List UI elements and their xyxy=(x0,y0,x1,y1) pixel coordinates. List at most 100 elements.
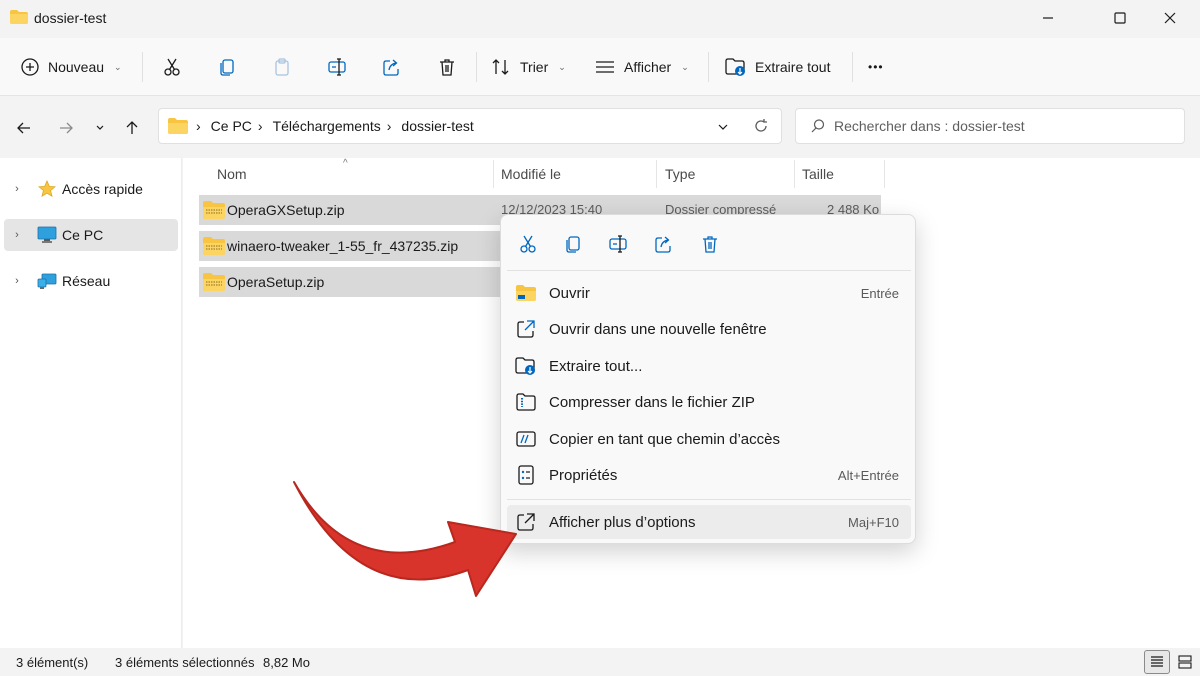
share-icon xyxy=(655,236,671,253)
divider xyxy=(852,52,853,82)
column-header-size[interactable]: Taille xyxy=(794,158,834,190)
address-bar[interactable]: › Ce PC › Téléchargements › dossier-test xyxy=(158,108,782,144)
back-button[interactable] xyxy=(10,114,38,142)
nav-label: Réseau xyxy=(62,273,111,289)
more-icon: ••• xyxy=(868,60,884,74)
context-item-copy-path[interactable]: Copier en tant que chemin d’accès xyxy=(507,422,911,456)
chevron-down-icon xyxy=(96,125,104,130)
context-item-compress-zip[interactable]: Compresser dans le fichier ZIP xyxy=(507,385,911,419)
nav-item-ce-pc[interactable]: › Ce PC xyxy=(4,219,178,251)
window-title: dossier-test xyxy=(34,10,107,26)
rename-icon xyxy=(609,235,627,253)
view-label: Afficher xyxy=(624,59,672,75)
share-icon xyxy=(383,59,399,76)
copy-button[interactable] xyxy=(210,50,244,84)
context-item-show-more-options[interactable]: Afficher plus d’options Maj+F10 xyxy=(507,505,911,539)
context-rename-button[interactable] xyxy=(601,227,635,261)
context-share-button[interactable] xyxy=(647,227,681,261)
rename-button[interactable] xyxy=(320,50,354,84)
details-view-button[interactable] xyxy=(1144,650,1170,674)
plus-circle-icon xyxy=(21,58,39,76)
search-box[interactable] xyxy=(795,108,1185,144)
tiles-view-button[interactable] xyxy=(1172,650,1198,674)
sort-button[interactable]: Trier ⌄ xyxy=(490,50,566,84)
chevron-right-icon[interactable]: › xyxy=(8,275,26,287)
column-divider[interactable] xyxy=(884,160,885,188)
context-item-label: Ouvrir xyxy=(549,284,590,302)
column-header-name[interactable]: Nom xyxy=(209,158,247,190)
nav-item-quick-access[interactable]: › Accès rapide xyxy=(4,173,178,205)
chevron-down-icon: ⌄ xyxy=(114,61,122,72)
file-name: OperaGXSetup.zip xyxy=(227,202,345,218)
copy-icon xyxy=(220,59,234,76)
search-icon xyxy=(811,119,825,133)
sort-icon xyxy=(492,59,509,75)
cut-button[interactable] xyxy=(155,50,189,84)
arrow-left-icon xyxy=(17,122,30,134)
copy-icon xyxy=(566,236,580,253)
column-header-type[interactable]: Type xyxy=(657,158,695,190)
arrow-up-icon xyxy=(126,121,138,134)
more-button[interactable]: ••• xyxy=(868,50,884,84)
chevron-right-icon[interactable]: › xyxy=(8,183,26,195)
address-row: › Ce PC › Téléchargements › dossier-test xyxy=(0,96,1200,158)
breadcrumb-item-ce-pc[interactable]: Ce PC xyxy=(211,118,252,134)
star-icon xyxy=(38,180,56,197)
extract-all-button[interactable]: Extraire tout xyxy=(725,50,830,84)
column-header-modified[interactable]: Modifié le xyxy=(493,158,561,190)
arrow-right-icon xyxy=(60,122,73,134)
item-count: 3 élément(s) xyxy=(16,655,89,670)
forward-button[interactable] xyxy=(52,114,80,142)
refresh-icon[interactable] xyxy=(753,118,769,134)
new-button[interactable]: Nouveau ⌄ xyxy=(20,50,122,84)
paste-button[interactable] xyxy=(265,50,299,84)
breadcrumb-separator: › xyxy=(257,118,263,134)
nav-item-network[interactable]: › Réseau xyxy=(4,265,178,297)
search-input[interactable] xyxy=(834,118,1164,134)
column-label: Type xyxy=(665,166,696,182)
chevron-right-icon[interactable]: › xyxy=(8,229,26,241)
sort-label: Trier xyxy=(520,59,549,75)
context-item-open-new-window[interactable]: Ouvrir dans une nouvelle fenêtre xyxy=(507,312,911,346)
title-bar: dossier-test xyxy=(0,0,1200,36)
close-icon xyxy=(1164,12,1176,24)
network-icon xyxy=(37,273,57,289)
context-delete-button[interactable] xyxy=(693,227,727,261)
context-item-properties[interactable]: Propriétés Alt+Entrée xyxy=(507,458,911,492)
delete-button[interactable] xyxy=(430,50,464,84)
divider xyxy=(708,52,709,82)
zip-icon xyxy=(516,393,536,411)
rename-icon xyxy=(328,58,346,76)
context-item-extract-all[interactable]: Extraire tout... xyxy=(507,349,911,383)
chevron-down-icon: ⌄ xyxy=(681,61,689,72)
extract-all-label: Extraire tout xyxy=(755,59,831,75)
breadcrumb-item-dossier-test[interactable]: dossier-test xyxy=(401,118,473,134)
recent-locations-button[interactable] xyxy=(86,114,114,142)
context-item-label: Ouvrir dans une nouvelle fenêtre xyxy=(549,320,767,338)
column-label: Taille xyxy=(802,166,834,182)
minimize-icon xyxy=(1043,17,1053,19)
breadcrumb-separator: › xyxy=(196,118,201,134)
sort-ascending-icon: ^ xyxy=(343,158,348,169)
chevron-down-icon[interactable] xyxy=(717,121,729,133)
context-cut-button[interactable] xyxy=(511,227,545,261)
minimize-button[interactable] xyxy=(1025,0,1071,36)
cut-icon xyxy=(164,58,180,76)
maximize-icon xyxy=(1114,12,1126,24)
context-divider xyxy=(507,270,911,271)
context-copy-button[interactable] xyxy=(556,227,590,261)
close-button[interactable] xyxy=(1147,0,1193,36)
open-new-window-icon xyxy=(517,320,535,338)
context-item-label: Afficher plus d’options xyxy=(549,513,696,531)
folder-icon xyxy=(168,118,188,134)
context-item-open[interactable]: Ouvrir Entrée xyxy=(507,276,911,310)
file-name: winaero-tweaker_1-55_fr_437235.zip xyxy=(227,238,459,254)
tiles-view-icon xyxy=(1178,655,1192,669)
view-button[interactable]: Afficher ⌄ xyxy=(594,50,689,84)
chevron-down-icon: ⌄ xyxy=(558,61,566,72)
new-label: Nouveau xyxy=(48,59,105,75)
up-button[interactable] xyxy=(118,114,146,142)
share-button[interactable] xyxy=(375,50,409,84)
breadcrumb-item-telechargements[interactable]: Téléchargements xyxy=(273,118,381,134)
maximize-button[interactable] xyxy=(1097,0,1143,36)
